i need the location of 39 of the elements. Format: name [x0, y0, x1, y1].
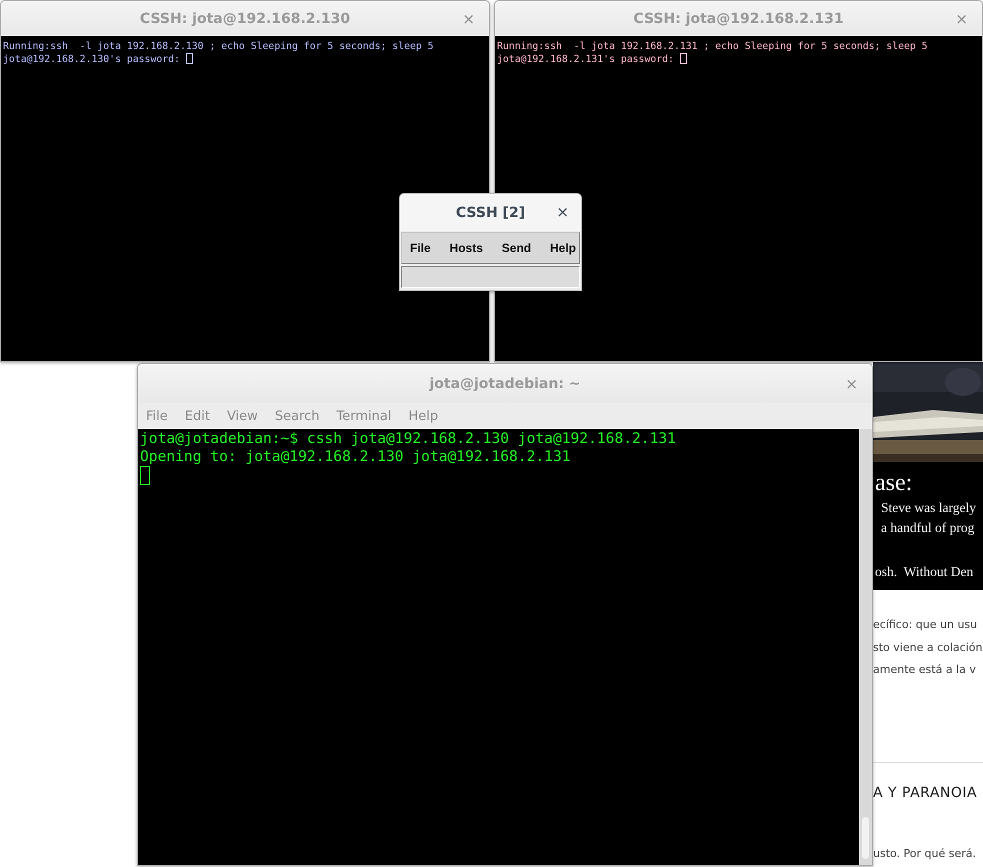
close-button[interactable]: ×	[462, 10, 475, 28]
quote-line: a handful of prog	[881, 519, 974, 537]
window-title: CSSH: jota@192.168.2.131	[633, 10, 844, 26]
scroll-thumb[interactable]	[862, 817, 869, 859]
menu-item[interactable]: Terminal	[336, 408, 400, 424]
quote-heading: ase:	[875, 469, 912, 498]
close-button[interactable]: ×	[556, 203, 569, 221]
window-title: jota@jotadebian: ~	[429, 376, 581, 392]
cursor	[186, 53, 193, 64]
menu-item[interactable]: Hosts	[450, 241, 483, 256]
terminal-line: jota@192.168.2.130's password:	[3, 53, 193, 66]
terminal-line: jota@192.168.2.131's password:	[497, 53, 687, 66]
scrollbar[interactable]	[859, 429, 872, 865]
menu-item[interactable]: View	[226, 408, 266, 424]
terminal-line: jota@jotadebian:~$ cssh jota@192.168.2.130 jota@192.168.2.131	[140, 430, 676, 448]
menu-item[interactable]: Help	[408, 408, 446, 424]
menu-item[interactable]: Send	[502, 241, 532, 256]
terminal-line: Running:ssh -l jota 192.168.2.131 ; echo Sleeping for 5 seconds; sleep 5	[497, 40, 928, 53]
quote-line: osh. Without Den	[875, 563, 974, 581]
terminal-line: Opening to: jota@192.168.2.130 jota@192.168.2.131	[140, 448, 571, 466]
paragraph-line: sto viene a colación	[873, 640, 982, 656]
cursor	[140, 466, 150, 485]
terminal-line: Running:ssh -l jota 192.168.2.130 ; echo Sleeping for 5 seconds; sleep 5	[3, 40, 434, 53]
article-heading: A Y PARANOIA	[873, 784, 978, 800]
paragraph-line: usto. Por qué será.	[873, 846, 976, 860]
menu-item[interactable]: File	[410, 241, 431, 256]
input-field[interactable]	[401, 266, 580, 288]
menu-item[interactable]: Help	[550, 241, 576, 256]
paragraph-line: amente está a la v	[873, 662, 976, 678]
menu-item[interactable]: Search	[274, 408, 328, 424]
cursor	[680, 53, 687, 64]
window-title: CSSH: jota@192.168.2.130	[140, 10, 350, 26]
close-button[interactable]: ×	[955, 10, 968, 28]
window-title: CSSH [2]	[456, 204, 526, 220]
quote-line: Steve was largely	[881, 499, 976, 517]
menu-item[interactable]: Edit	[184, 408, 218, 424]
close-button[interactable]: ×	[845, 375, 858, 393]
paragraph-line: ecífico: que un usu	[873, 617, 978, 633]
menu-item[interactable]: File	[146, 408, 176, 424]
